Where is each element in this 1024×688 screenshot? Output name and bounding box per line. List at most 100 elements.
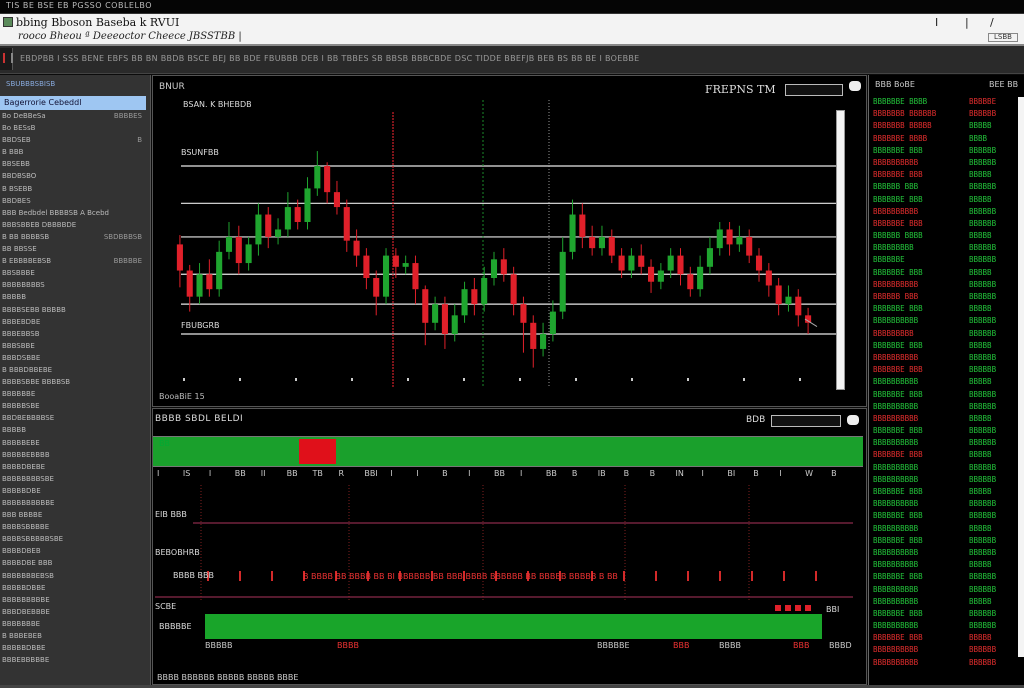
quote-row-a[interactable]: BBBBBBE BBB	[873, 146, 936, 158]
quote-row-a[interactable]: BBBBBB BBB	[873, 292, 936, 304]
quote-row-a[interactable]: BBBBBBBBBB	[873, 499, 936, 511]
menu-items[interactable]: rooco Bheou ª Deeeoctor Cheece JBSSTBB |	[18, 31, 242, 42]
sidebar-item[interactable]: BBBBB	[0, 426, 150, 438]
maximize-button[interactable]: |	[965, 16, 969, 29]
sidebar-item[interactable]: B BBBDBBEBE	[0, 366, 150, 378]
quote-row-b[interactable]: BBBBBB	[969, 572, 996, 584]
sidebar-item[interactable]: B BB BBBBSB SBDBBBSB	[0, 233, 150, 245]
chart-scrollbar[interactable]	[836, 110, 845, 390]
quote-row-b[interactable]: BBBBB	[969, 268, 996, 280]
quote-row-a[interactable]: BBBBBBE BBB	[873, 341, 936, 353]
price-chart-pane[interactable]: BNUR BSAN. K BHEBDB FREPNS TM BSUNFBB FBU…	[152, 75, 867, 407]
quote-row-a[interactable]: BBBBBBE BBB	[873, 536, 936, 548]
quote-row-a[interactable]: BBBBBBBBBB	[873, 585, 936, 597]
quote-row-a[interactable]: BBBBBBE BBBB	[873, 97, 936, 109]
sidebar-item[interactable]: BBDBSBO	[0, 172, 150, 184]
quote-row-a[interactable]: BBBBBBE BBB	[873, 450, 936, 462]
quote-row-a[interactable]: BBBBBBE BBB	[873, 365, 936, 377]
quote-row-a[interactable]: BBBBBBBBBB	[873, 158, 936, 170]
indicator-options-icon[interactable]	[847, 415, 859, 425]
sidebar-item[interactable]: BBBBBBBBS	[0, 281, 150, 293]
quote-row-a[interactable]: BBBBBBE BBB	[873, 511, 936, 523]
quote-row-a[interactable]: BBBBBBBBBB	[873, 560, 936, 572]
indicator-input[interactable]	[771, 415, 841, 427]
sidebar-item[interactable]: BBBBSBBBBBSBE	[0, 535, 150, 547]
sidebar-item[interactable]: BBB Bedbdel BBBBSB A Bcebd	[0, 209, 150, 221]
quote-row-a[interactable]: BBBBBBBBBB	[873, 463, 936, 475]
quote-row-b[interactable]: BBBBB	[969, 450, 996, 462]
sidebar-item[interactable]: BBBBBEBE	[0, 439, 150, 451]
quote-row-b[interactable]: BBBBBE	[969, 97, 996, 109]
quote-row-b[interactable]: BBBBBB	[969, 438, 996, 450]
candlestick-chart[interactable]: BSUNFBB FBUBGRB	[153, 76, 866, 406]
sidebar-item[interactable]: BBBEBDBE	[0, 318, 150, 330]
quote-row-b[interactable]: BBBBB	[969, 304, 996, 316]
quote-row-b[interactable]: BBBBBB	[969, 402, 996, 414]
quote-row-a[interactable]: BBBBBBBBB	[873, 243, 936, 255]
quote-row-b[interactable]: BBBB	[969, 134, 996, 146]
sidebar-item[interactable]: BBBDSBBE	[0, 354, 150, 366]
sidebar-item[interactable]: BBBBB	[0, 293, 150, 305]
quote-row-b[interactable]: BBBBBB	[969, 280, 996, 292]
quote-row-a[interactable]: BBBBBBBBBB	[873, 475, 936, 487]
quote-row-b[interactable]: BBBBBB	[969, 475, 996, 487]
quote-row-b[interactable]: BBBBBB	[969, 219, 996, 231]
quote-row-b[interactable]: BBBBBB	[969, 243, 996, 255]
quote-row-a[interactable]: BBBBBBBBBB	[873, 377, 936, 389]
sidebar-item[interactable]: BBBBBBBBBE	[0, 596, 150, 608]
sidebar-item[interactable]: B BSEBB	[0, 185, 150, 197]
quote-row-b[interactable]: BBBBBB	[969, 536, 996, 548]
sidebar-item[interactable]: BBBBBDBBE	[0, 584, 150, 596]
sidebar-item[interactable]: BBBEBBBBBE	[0, 656, 150, 668]
quote-row-a[interactable]: BBBBBBBBBB	[873, 658, 936, 670]
quote-row-b[interactable]: BBBBBB	[969, 658, 996, 670]
sidebar-item[interactable]: BBBBDBEBE	[0, 463, 150, 475]
quote-row-a[interactable]: BBBBBBE BBB	[873, 572, 936, 584]
quote-row-a[interactable]: BBBBBBBBB	[873, 329, 936, 341]
quote-row-a[interactable]: BBBBBB BBB	[873, 182, 936, 194]
quote-row-b[interactable]: BBBBBB	[969, 609, 996, 621]
quote-row-b[interactable]: BBBBBB	[969, 255, 996, 267]
quote-row-b[interactable]: BBBBB	[969, 597, 996, 609]
quote-row-a[interactable]: BBBBBBBBBB	[873, 414, 936, 426]
sidebar-item[interactable]: BBBBBBBE	[0, 620, 150, 632]
quote-scrollbar[interactable]	[1018, 97, 1024, 657]
sidebar-item[interactable]: Bo BESsB	[0, 124, 150, 136]
quote-row-a[interactable]: BBBBBBBBBB	[873, 316, 936, 328]
quote-row-b[interactable]: BBBBBB	[969, 585, 996, 597]
quote-row-a[interactable]: BBBBBBBBBB	[873, 597, 936, 609]
quote-row-a[interactable]: BBBBBBE BBB	[873, 195, 936, 207]
sidebar-item[interactable]: BBBBBEBBBB	[0, 451, 150, 463]
quote-row-a[interactable]: BBBBBBBBBB	[873, 207, 936, 219]
sidebar-item[interactable]: BBDSEB B	[0, 136, 150, 148]
quote-row-a[interactable]: BBBBBBE BBB	[873, 170, 936, 182]
quote-row-b[interactable]: BBBBBB	[969, 158, 996, 170]
quote-row-b[interactable]: BBBBBB	[969, 109, 996, 121]
quote-row-b[interactable]: BBBBB	[969, 633, 996, 645]
sidebar-item[interactable]: BBSEBB	[0, 160, 150, 172]
quote-row-a[interactable]: BBBBBBE BBB	[873, 609, 936, 621]
quote-row-b[interactable]: BBBBB	[969, 121, 996, 133]
toolbar-items[interactable]: EBDPBB I SSS BENE EBFS BB BN BBDB BSCE B…	[20, 54, 640, 63]
quote-row-b[interactable]: BBBBB	[969, 341, 996, 353]
quote-row-a[interactable]: BBBBBBBBBB	[873, 524, 936, 536]
quote-row-b[interactable]: BBBBB	[969, 414, 996, 426]
quote-row-a[interactable]: BBBBBBE BBB	[873, 219, 936, 231]
sidebar-item[interactable]: BBBBSEBB BBBBB	[0, 306, 150, 318]
quote-row-b[interactable]: BBBBB	[969, 170, 996, 182]
sidebar-item[interactable]: BBBBDBEB	[0, 547, 150, 559]
quote-row-a[interactable]: BBBBBBB BBBBB	[873, 121, 936, 133]
quote-row-a[interactable]: BBBBBBBBBB	[873, 280, 936, 292]
quote-row-b[interactable]: BBBBB	[969, 487, 996, 499]
minimize-button[interactable]: I	[935, 16, 938, 29]
sidebar-item[interactable]: BBDBEBBBBSE	[0, 414, 150, 426]
quote-row-a[interactable]: BBBBBBE BBBB	[873, 134, 936, 146]
quote-row-a[interactable]: BBBBBBBBBB	[873, 621, 936, 633]
sidebar-item[interactable]: BBBBDBE BBB	[0, 559, 150, 571]
sidebar-item[interactable]: B EBBBBEBSB BBBBBE	[0, 257, 150, 269]
quote-row-b[interactable]: BBBBBB	[969, 645, 996, 657]
sidebar-item[interactable]: BBBBBBBBBBE	[0, 499, 150, 511]
quote-row-b[interactable]: BBBBBB	[969, 511, 996, 523]
quote-row-a[interactable]: BBBBBBBBBB	[873, 438, 936, 450]
sidebar-item[interactable]: BBBSBBE	[0, 342, 150, 354]
